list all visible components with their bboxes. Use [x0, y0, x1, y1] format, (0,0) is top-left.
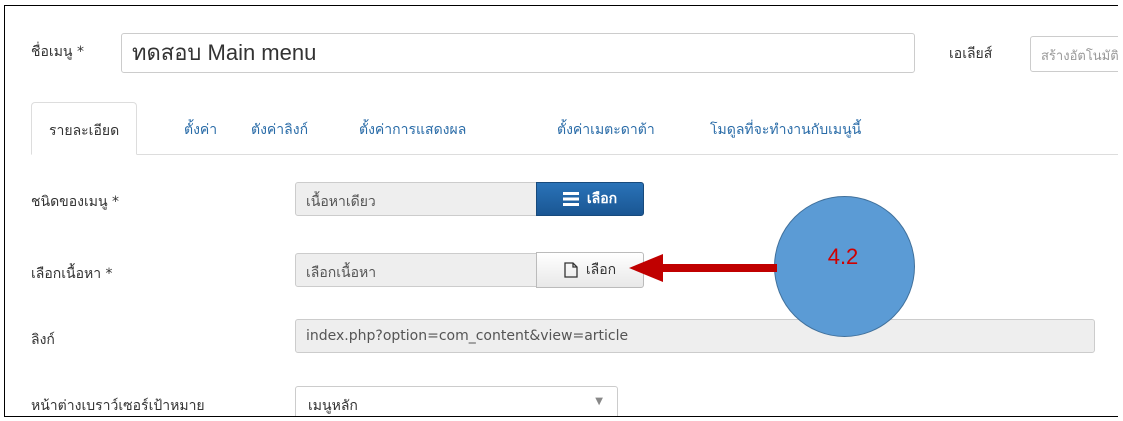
tab-modules[interactable]: โมดูลที่จะทำงานกับเมนูนี้: [710, 102, 861, 154]
document-icon: [564, 262, 578, 278]
title-input[interactable]: ทดสอบ Main menu: [121, 33, 915, 73]
target-window-select[interactable]: เมนูหลัก ▼: [295, 386, 618, 416]
annotation-label: 4.2: [827, 244, 859, 269]
tab-details[interactable]: รายละเอียด: [31, 102, 138, 155]
tab-metadata-settings[interactable]: ตั้งค่าเมตะดาต้า: [557, 102, 655, 154]
menu-type-label: ชนิดของเมนู *: [31, 194, 120, 210]
alias-input[interactable]: สร้างอัตโนมัติ: [1030, 36, 1118, 72]
tab-settings[interactable]: ตั้งค่า: [184, 102, 217, 154]
title-label: ชื่อเมนู *: [31, 44, 84, 60]
caret-down-icon: ▼: [595, 396, 603, 407]
select-content-input: เลือกเนื้อหา: [295, 253, 537, 287]
menu-type-select-button[interactable]: เลือก: [536, 182, 644, 216]
tab-link-settings[interactable]: ตังค่าลิงก์: [251, 102, 308, 154]
link-input: index.php?option=com_content&view=articl…: [295, 319, 1095, 353]
select-content-label: เลือกเนื้อหา *: [31, 266, 113, 282]
select-content-button-label: เลือก: [585, 262, 617, 278]
alias-label: เอเลียส์: [949, 46, 993, 62]
tab-bar: รายละเอียด ตั้งค่า ตังค่าลิงก์ ตั้งค่ากา…: [31, 102, 1118, 155]
form-frame: ชื่อเมนู * ทดสอบ Main menu เอเลียส์ สร้า…: [4, 5, 1118, 417]
tab-display-settings[interactable]: ตั้งค่าการแสดงผล: [359, 102, 466, 154]
list-icon: [562, 192, 579, 206]
target-window-label: หน้าต่างเบราว์เซอร์เป้าหมาย: [31, 398, 205, 414]
link-label: ลิงก์: [31, 332, 55, 348]
menu-type-input: เนื้อหาเดียว: [295, 182, 537, 216]
menu-type-button-label: เลือก: [586, 191, 618, 207]
target-window-value: เมนูหลัก: [308, 398, 358, 414]
annotation-arrow-icon: [629, 254, 777, 282]
